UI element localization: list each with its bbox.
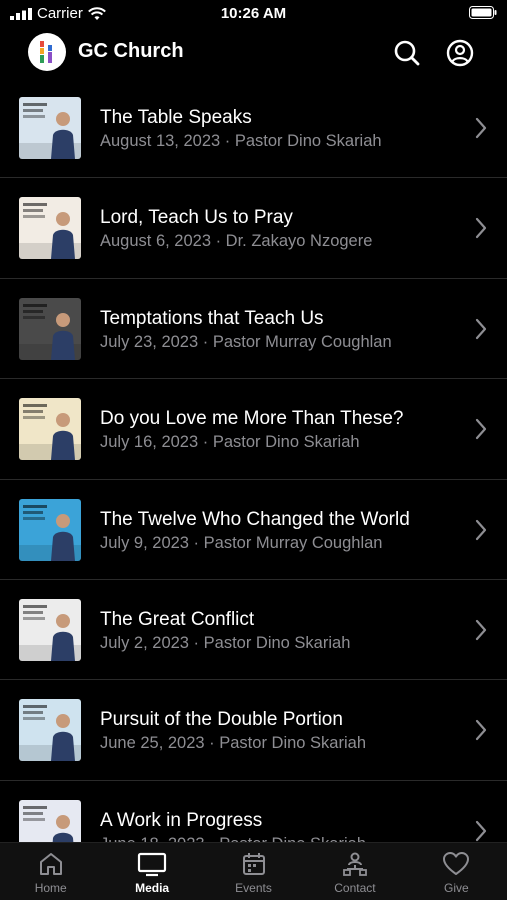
sermon-meta: July 16, 2023 · Pastor Dino Skariah: [100, 433, 360, 452]
tab-events[interactable]: Events: [203, 843, 304, 900]
status-time: 10:26 AM: [220, 5, 287, 22]
sermon-artwork: [19, 799, 81, 842]
sermon-title: Temptations that Teach Us: [100, 307, 324, 329]
sermon-artwork: [19, 297, 81, 360]
sermon-thumbnail: [19, 97, 81, 159]
sermon-meta: June 25, 2023 · Pastor Dino Skariah: [100, 734, 366, 753]
sermon-meta: June 18, 2023 · Pastor Dino Skariah: [100, 835, 366, 842]
sermon-list[interactable]: The Table Speaks August 13, 2023 · Pastor…: [0, 78, 507, 842]
sermon-thumbnail: [19, 398, 81, 461]
sermon-thumbnail: [19, 498, 81, 561]
sermon-meta: August 6, 2023 · Dr. Zakayo Nzogere: [100, 232, 373, 251]
sermon-thumbnail: [19, 699, 81, 762]
app-title: GC Church: [78, 40, 184, 62]
calendar-icon: [242, 853, 265, 875]
account-circle-icon: [446, 39, 474, 67]
tab-give[interactable]: Give: [406, 843, 507, 900]
app-header: GC Church: [0, 28, 507, 78]
sermon-list-item[interactable]: Temptations that Teach Us July 23, 2023 ·…: [0, 279, 507, 380]
sermon-list-item[interactable]: The Table Speaks August 13, 2023 · Pastor…: [0, 78, 507, 179]
tab-home-label: Home: [34, 881, 67, 895]
chevron-right-icon: [475, 619, 487, 641]
chevron-right-icon: [475, 519, 487, 540]
sermon-list-item[interactable]: Do you Love me More Than These? July 16, …: [0, 379, 507, 480]
sermon-title: Lord, Teach Us to Pray: [100, 207, 293, 229]
sermon-artwork: [19, 97, 81, 159]
tv-icon: [138, 852, 167, 877]
tab-give-label: Give: [443, 881, 469, 895]
contact-icon: [343, 852, 367, 876]
sermon-artwork: [19, 699, 81, 762]
tab-contact[interactable]: Contact: [304, 843, 405, 900]
sermon-title: Pursuit of the Double Portion: [100, 709, 343, 731]
sermon-artwork: [19, 598, 81, 661]
sermon-title: The Great Conflict: [100, 608, 255, 630]
tab-media-label: Media: [135, 881, 170, 895]
sermon-thumbnail: [19, 598, 81, 661]
sermon-meta: August 13, 2023 · Pastor Dino Skariah: [100, 132, 382, 150]
chevron-right-icon: [475, 720, 487, 741]
tab-contact-label: Contact: [334, 881, 376, 895]
sermon-meta: July 23, 2023 · Pastor Murray Coughlan: [100, 332, 392, 351]
tab-bar: Home Media Events Contact Give: [0, 842, 507, 900]
sermon-title: The Twelve Who Changed the World: [100, 508, 410, 530]
logo-icon: [40, 41, 52, 63]
chevron-right-icon: [475, 820, 487, 841]
search-icon: [394, 40, 420, 66]
sermon-list-item[interactable]: Pursuit of the Double Portion June 25, 20…: [0, 680, 507, 781]
sermon-artwork: [19, 197, 81, 260]
sermon-title: The Table Speaks: [100, 107, 252, 128]
chevron-right-icon: [475, 218, 487, 239]
tab-events-label: Events: [235, 881, 272, 895]
sermon-list-item[interactable]: Lord, Teach Us to Pray August 6, 2023 · D…: [0, 178, 507, 279]
sermon-title: A Work in Progress: [100, 809, 263, 831]
sermon-artwork: [19, 498, 81, 561]
tab-media[interactable]: Media: [101, 843, 202, 900]
sermon-list-item[interactable]: The Great Conflict July 2, 2023 · Pastor …: [0, 580, 507, 681]
sermon-thumbnail: [19, 799, 81, 842]
sermon-title: Do you Love me More Than These?: [100, 408, 404, 430]
search-button[interactable]: [392, 38, 422, 68]
sermon-list-item[interactable]: A Work in Progress June 18, 2023 · Pastor…: [0, 781, 507, 842]
profile-button[interactable]: [445, 38, 475, 68]
sermon-thumbnail: [19, 297, 81, 360]
sermon-meta: July 2, 2023 · Pastor Dino Skariah: [100, 633, 351, 652]
chevron-right-icon: [475, 318, 487, 339]
sermon-meta: July 9, 2023 · Pastor Murray Coughlan: [100, 533, 383, 552]
heart-icon: [443, 852, 470, 875]
battery-icon: [469, 6, 497, 19]
chevron-right-icon: [475, 419, 487, 440]
sermon-list-item[interactable]: The Twelve Who Changed the World July 9, …: [0, 480, 507, 580]
sermon-thumbnail: [19, 197, 81, 260]
status-bar: Carrier 10:26 AM: [0, 0, 507, 28]
home-icon: [39, 853, 62, 875]
sermon-artwork: [19, 398, 81, 461]
chevron-right-icon: [475, 117, 487, 139]
tab-home[interactable]: Home: [0, 843, 101, 900]
church-logo: [28, 33, 66, 71]
